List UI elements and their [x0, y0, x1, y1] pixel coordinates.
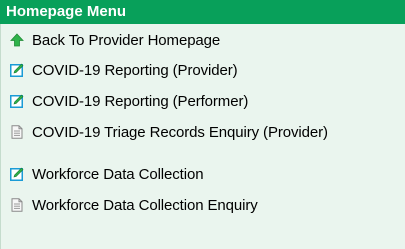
document-icon — [10, 198, 24, 212]
menu-item-covid-reporting-provider[interactable]: COVID-19 Reporting (Provider) — [10, 59, 238, 81]
menu-item-label: Back To Provider Homepage — [32, 31, 221, 49]
edit-icon — [10, 63, 24, 77]
edit-icon — [10, 94, 24, 108]
arrow-up-icon — [10, 33, 24, 47]
menu-item-label: COVID-19 Reporting (Provider) — [32, 61, 238, 79]
menu-title: Homepage Menu — [0, 0, 405, 24]
menu-item-workforce-data-collection[interactable]: Workforce Data Collection — [10, 163, 204, 185]
menu-item-covid-triage-records-enquiry[interactable]: COVID-19 Triage Records Enquiry (Provide… — [10, 121, 328, 143]
menu-item-covid-reporting-performer[interactable]: COVID-19 Reporting (Performer) — [10, 90, 248, 112]
menu-item-label: Workforce Data Collection — [32, 165, 204, 183]
menu-item-label: Workforce Data Collection Enquiry — [32, 196, 258, 214]
menu-item-back-to-provider-homepage[interactable]: Back To Provider Homepage — [10, 29, 220, 51]
document-icon — [10, 125, 24, 139]
edit-icon — [10, 167, 24, 181]
menu-item-label: COVID-19 Triage Records Enquiry (Provide… — [32, 123, 328, 141]
menu-item-label: COVID-19 Reporting (Performer) — [32, 92, 249, 110]
homepage-menu-panel: Homepage Menu Back To Provider Homepage … — [0, 0, 405, 249]
menu-item-workforce-data-collection-enquiry[interactable]: Workforce Data Collection Enquiry — [10, 194, 258, 216]
